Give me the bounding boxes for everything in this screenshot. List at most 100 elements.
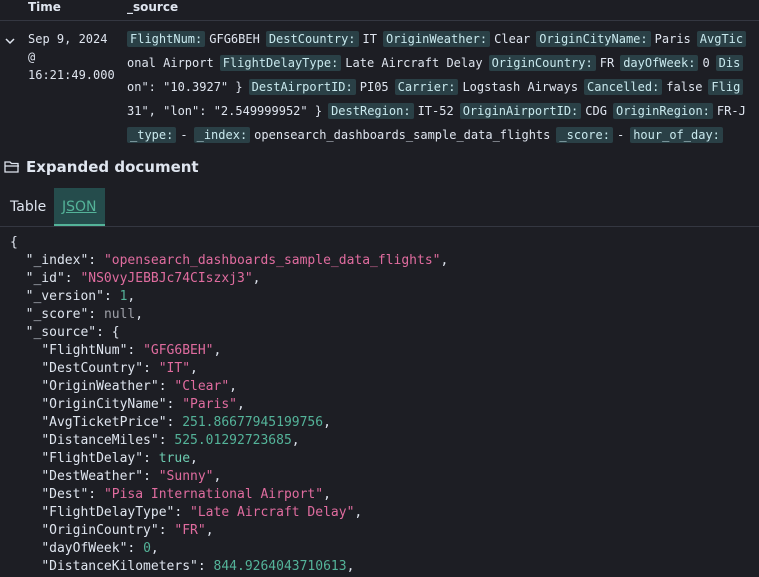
json-punct: : <box>143 451 159 466</box>
json-key: "_version" <box>25 289 104 304</box>
field-value: FR <box>599 56 615 70</box>
json-key: "FlightDelayType" <box>41 505 175 520</box>
json-punct: , <box>213 343 222 358</box>
json-code-block: { "_index": "opensearch_dashboards_sampl… <box>10 234 755 576</box>
table-header: Time _source <box>0 0 759 21</box>
json-value: null <box>103 307 136 322</box>
field-key: _type: <box>127 127 177 143</box>
json-punct: : <box>166 397 183 412</box>
field-value: opensearch_dashboards_sample_data_flight… <box>254 128 551 142</box>
document-row: Sep 9, 2024 @16:21:49.000 FlightNum: GFG6B… <box>0 21 759 149</box>
field-key: FlightDelayType: <box>219 55 342 71</box>
folder-open-icon <box>4 161 19 173</box>
source-line: _type: - _index: opensearch_dashboards_samp… <box>127 126 727 144</box>
timestamp-at: @ <box>28 50 36 64</box>
json-punct: : <box>64 271 81 286</box>
field-key: OriginWeather: <box>382 31 491 47</box>
source-column-header[interactable]: _source <box>127 0 178 14</box>
field-value: GFG6BEH <box>209 32 260 46</box>
json-value: "Late Aircraft Delay" <box>190 505 355 520</box>
json-line: "OriginCountry": "FR", <box>10 522 755 540</box>
json-key: "DestWeather" <box>41 469 144 484</box>
field-value: 0 <box>702 56 710 70</box>
json-line: "dayOfWeek": 0, <box>10 540 755 558</box>
time-column-header[interactable]: Time <box>28 0 61 14</box>
json-punct: : <box>174 505 191 520</box>
json-punct: : <box>88 253 104 268</box>
json-punct: : { <box>96 325 120 340</box>
json-line: "OriginCityName": "Paris", <box>10 396 755 414</box>
json-punct: : <box>197 559 214 574</box>
json-punct: , <box>190 451 198 466</box>
json-punct: , <box>252 271 261 286</box>
field-value: false <box>666 80 703 94</box>
field-value: FR-J <box>716 104 746 118</box>
json-key: "OriginCountry" <box>41 523 159 538</box>
timestamp-cell: Sep 9, 2024 @16:21:49.000 <box>28 30 120 84</box>
chevron-down-icon[interactable] <box>4 35 16 47</box>
json-line: "FlightDelayType": "Late Aircraft Delay"… <box>10 504 755 522</box>
json-punct: : <box>103 289 120 304</box>
json-line: "DistanceMiles": 525.01292723685, <box>10 432 755 450</box>
json-punct: : <box>127 541 144 556</box>
field-key: Carrier: <box>394 79 459 95</box>
json-punct: , <box>291 433 300 448</box>
json-key: "DistanceMiles" <box>41 433 159 448</box>
field-key: DestCountry: <box>265 31 359 47</box>
json-punct: , <box>205 523 214 538</box>
field-key: dayOfWeek: <box>620 55 699 71</box>
field-key: _score: <box>556 127 613 143</box>
field-key: Flig <box>708 79 744 95</box>
json-line: "DistanceKilometers": 844.9264043710613, <box>10 558 755 576</box>
field-key: OriginRegion: <box>612 103 713 119</box>
json-punct: , <box>229 379 237 394</box>
discover-document-view: Time _source Sep 9, 2024 @16:21:49.000 Fl… <box>0 0 759 577</box>
json-punct: : <box>143 361 159 376</box>
json-key: "AvgTicketPrice" <box>41 415 167 430</box>
json-punct: , <box>237 397 245 412</box>
timestamp-date: Sep 9, 2024 <box>28 32 108 46</box>
json-punct: , <box>354 505 363 520</box>
document-view-tabs: Table JSON <box>0 188 759 227</box>
json-punct: , <box>150 541 159 556</box>
source-line: 31", "lon": "2.549999952" } DestRegion: IT… <box>127 102 752 120</box>
field-key: FlightNum: <box>127 31 206 47</box>
json-key: "DistanceKilometers" <box>41 559 198 574</box>
json-value: "Clear" <box>174 379 230 394</box>
json-punct: : <box>143 469 159 484</box>
json-key: "_score" <box>25 307 89 322</box>
json-value: 525.01292723685 <box>174 433 292 448</box>
field-key: DestRegion: <box>328 103 414 119</box>
tab-table[interactable]: Table <box>2 188 54 226</box>
tab-json[interactable]: JSON <box>54 188 105 226</box>
field-key: AvgTic <box>696 31 747 47</box>
json-punct: , <box>213 469 222 484</box>
json-value: "FR" <box>174 523 206 538</box>
json-punct: : <box>88 487 104 502</box>
json-value: 0 <box>143 541 151 556</box>
field-value: 31", "lon": "2.549999952" } <box>127 104 323 118</box>
json-punct: , <box>127 289 136 304</box>
json-value: "Sunny" <box>158 469 214 484</box>
field-value: Logstash Airways <box>462 80 579 94</box>
field-key: OriginCityName: <box>536 31 651 47</box>
json-line: "DestWeather": "Sunny", <box>10 468 755 486</box>
json-punct: , <box>135 307 144 322</box>
field-key: Dis <box>715 55 744 71</box>
field-key: Cancelled: <box>584 79 663 95</box>
json-value: "Pisa International Airport" <box>103 487 324 502</box>
field-key: hour_of_day: <box>630 127 723 143</box>
json-line: "DestCountry": "IT", <box>10 360 755 378</box>
json-key: "_index" <box>25 253 89 268</box>
json-key: "Dest" <box>41 487 89 502</box>
field-value: IT-52 <box>417 104 454 118</box>
json-value: "NS0vyJEBBJc74CIszxj3" <box>80 271 253 286</box>
json-key: "dayOfWeek" <box>41 541 128 556</box>
json-value: true <box>158 451 191 466</box>
json-key: "FlightDelay" <box>41 451 144 466</box>
json-punct: { <box>10 235 18 250</box>
source-line: FlightNum: GFG6BEH DestCountry: IT OriginWea… <box>127 30 750 48</box>
json-key: "_source" <box>25 325 97 340</box>
expanded-document-title: Expanded document <box>26 158 199 176</box>
json-line: "_index": "opensearch_dashboards_sample_… <box>10 252 755 270</box>
